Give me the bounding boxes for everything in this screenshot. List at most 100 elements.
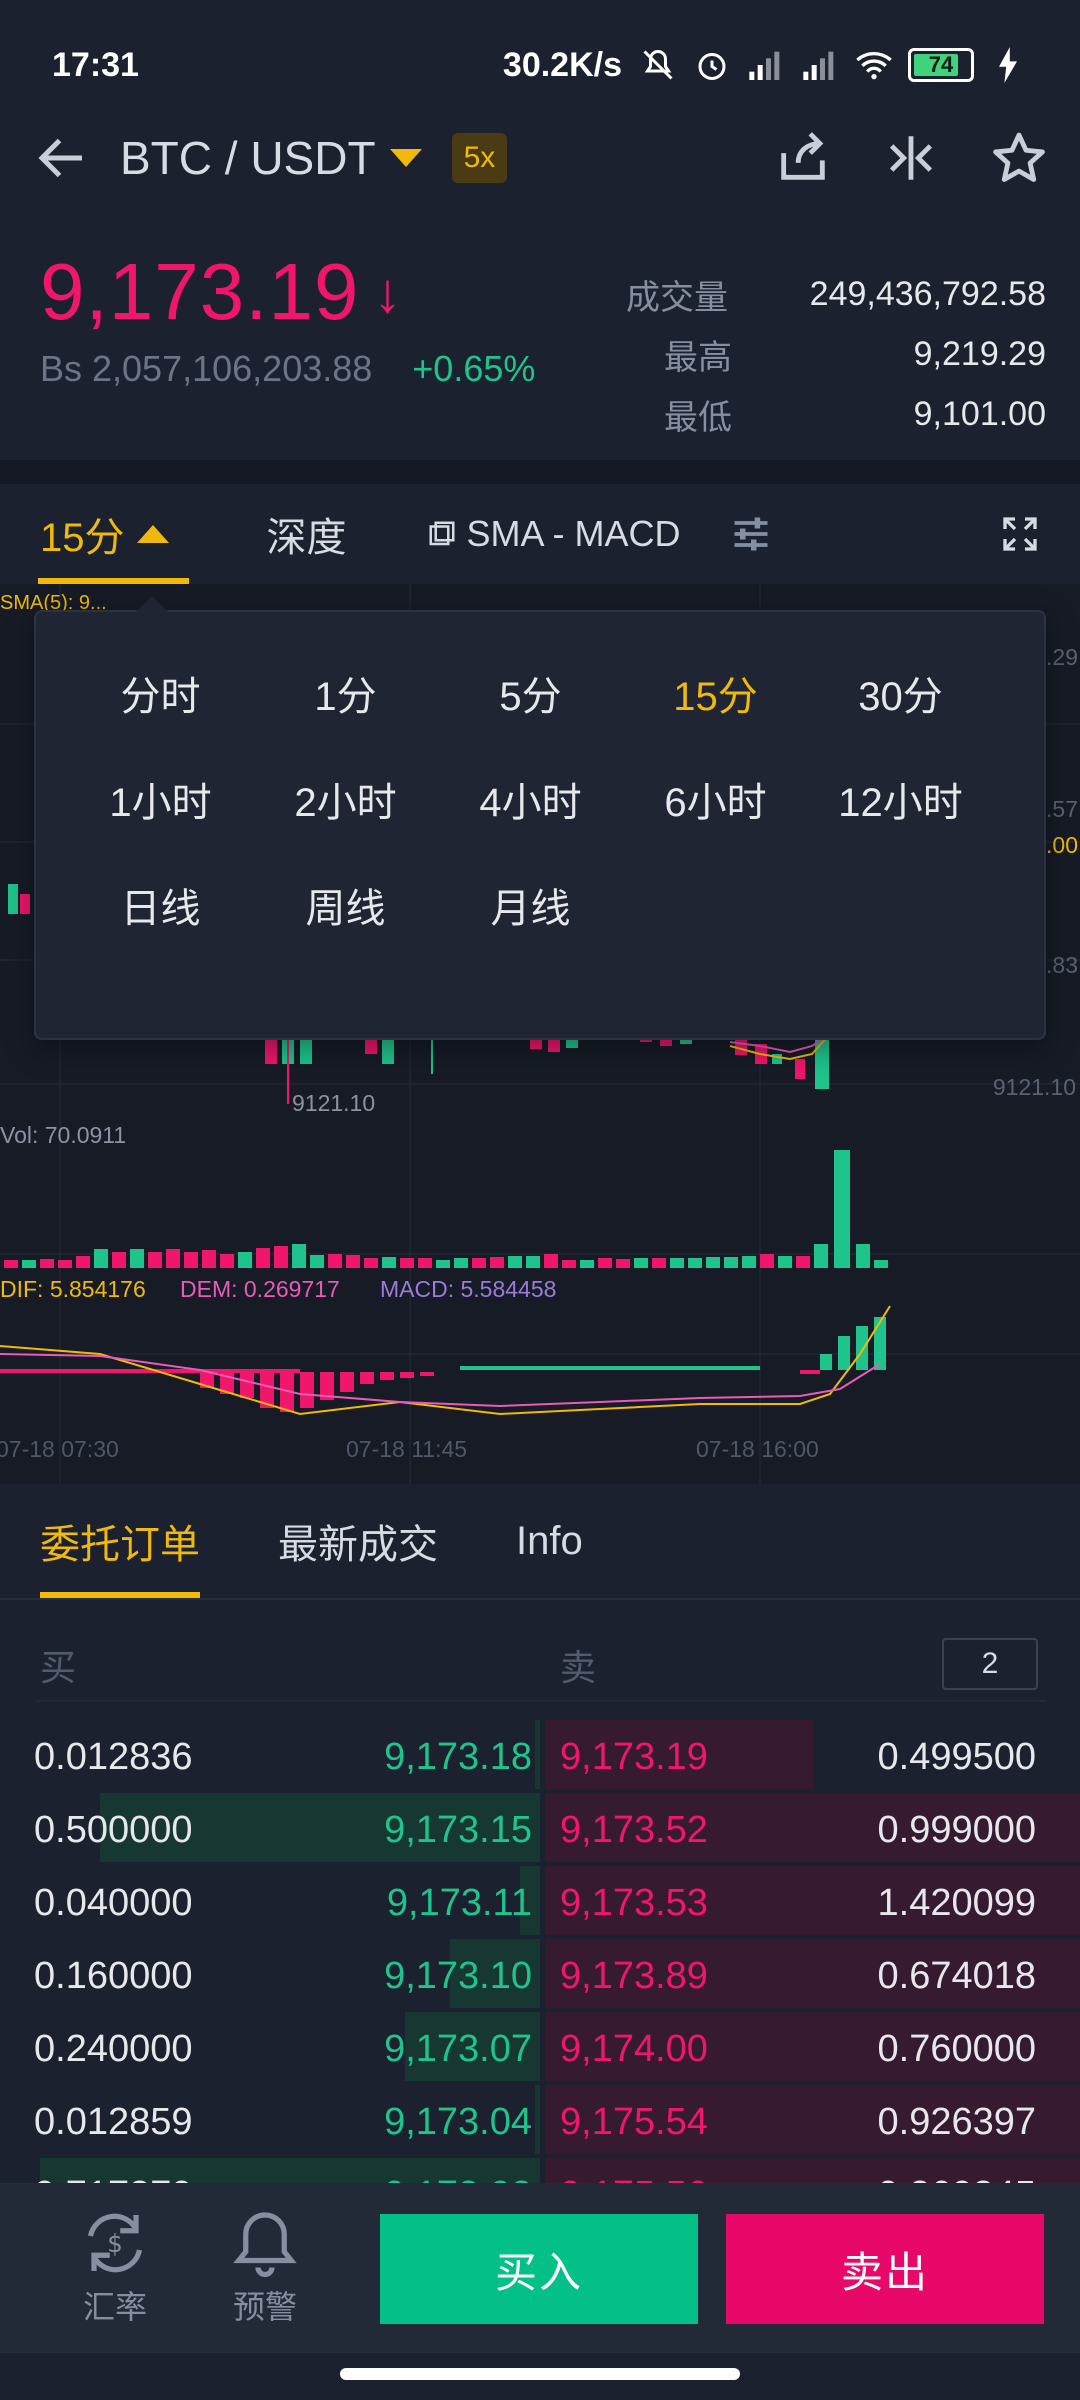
interval-popup: 分时 1分 5分 15分 30分 1小时 2小时 4小时 6小时 12小时日线 周线 月线	[34, 596, 1046, 1040]
chart-toolbar: 15分 深度 SMA - MACD	[0, 484, 1080, 584]
indicator-icon	[429, 521, 454, 546]
buy-button[interactable]: 买入	[380, 2214, 698, 2324]
ask-px: 9,175.56	[560, 2174, 708, 2183]
order-book-row[interactable]: 0.500000 9,173.15 9,173.52 0.999000	[0, 1791, 1080, 1864]
ask-qty: 0.260345	[878, 2174, 1037, 2183]
exchange-rate-button[interactable]: $ 汇率	[40, 2208, 190, 2328]
time-label-1: 07-18 07:30	[0, 1436, 119, 1462]
order-book-row[interactable]: 0.160000 9,173.10 9,173.89 0.674018	[0, 1937, 1080, 2010]
time-label-2: 07-18 11:45	[346, 1436, 468, 1462]
ask-px: 9,175.54	[560, 2101, 708, 2143]
order-book-row[interactable]: 0.040000 9,173.11 9,173.53 1.420099	[0, 1864, 1080, 1937]
alert-label: 预警	[232, 2289, 297, 2325]
order-book-row[interactable]: 0.240000 9,173.07 9,174.00 0.760000	[0, 2010, 1080, 2083]
order-tab-0[interactable]: 委托订单	[40, 1484, 200, 1598]
leverage-badge: 5x	[451, 133, 508, 183]
interval-selector[interactable]: 15分	[38, 484, 188, 584]
mute-icon	[638, 45, 678, 85]
right-tick-1: .29	[1046, 644, 1078, 670]
bid-px: 9,173.07	[384, 2028, 532, 2070]
caret-up-icon	[136, 525, 169, 543]
right-tick-2: .57	[1046, 796, 1078, 822]
right-tick-3: .00	[1046, 832, 1078, 858]
interval-option[interactable]: 15分	[623, 672, 808, 722]
bid-qty: 0.012859	[34, 2101, 193, 2143]
down-arrow-icon: ↓	[373, 260, 403, 324]
bid-px: 9,173.15	[384, 1809, 532, 1851]
bid-px: 9,173.11	[386, 1882, 532, 1924]
ask-qty: 0.926397	[877, 2101, 1037, 2143]
interval-grid: 分时 1分 5分 15分 30分 1小时 2小时 4小时 6小时 12小时日线 周线 月线	[36, 612, 1044, 934]
top-bar: BTC / USDT 5x	[0, 110, 1080, 206]
interval-option[interactable]: 1小时	[68, 778, 253, 828]
bid-qty: 0.240000	[34, 2028, 193, 2070]
volume-value: 249,436,792.58	[809, 274, 1046, 313]
low-label: 最低	[664, 398, 732, 437]
popup-caret	[136, 596, 168, 612]
back-arrow-icon[interactable]	[32, 128, 92, 188]
ask-px: 9,173.52	[560, 1809, 708, 1851]
change-percent: +0.65%	[412, 348, 536, 389]
interval-option[interactable]: 日线	[68, 884, 253, 934]
last-price-value: 9,173.19	[40, 247, 360, 336]
interval-option[interactable]: 周线	[253, 884, 438, 934]
order-book-row[interactable]: 0.012836 9,173.18 9,173.19 0.499500	[0, 1718, 1080, 1791]
fullscreen-icon[interactable]	[1000, 514, 1040, 554]
alert-button[interactable]: 预警	[190, 2208, 340, 2328]
home-indicator[interactable]	[340, 2368, 740, 2380]
interval-option[interactable]: 12小时	[808, 778, 993, 828]
dif-legend: DIF: 5.854176	[0, 1276, 146, 1302]
interval-option[interactable]: 4小时	[438, 778, 623, 828]
interval-option[interactable]: 分时	[68, 672, 253, 722]
indicator-selector[interactable]: SMA - MACD	[427, 513, 681, 555]
divider	[36, 1700, 1046, 1702]
indicator-label: SMA - MACD	[466, 513, 681, 554]
signal-icon-1	[746, 45, 786, 85]
settings-sliders-icon[interactable]	[729, 512, 773, 556]
share-icon[interactable]	[774, 129, 832, 187]
bid-qty: 0.040000	[34, 1882, 193, 1924]
right-axis-low: 9121.10	[992, 1074, 1076, 1100]
sell-button[interactable]: 卖出	[726, 2214, 1044, 2324]
compare-icon[interactable]	[882, 129, 940, 187]
network-speed: 30.2K/s	[502, 45, 622, 84]
low-marker: 9121.10	[292, 1090, 376, 1116]
bid-qty: 0.717879	[34, 2174, 193, 2183]
pair-dropdown-icon[interactable]	[389, 149, 422, 167]
order-tab-2[interactable]: Info	[516, 1484, 583, 1598]
bid-qty: 0.500000	[34, 1809, 193, 1851]
time-label-3: 07-18 16:00	[696, 1436, 819, 1462]
interval-option[interactable]: 6小时	[623, 778, 808, 828]
interval-option[interactable]: 1分	[253, 672, 438, 722]
order-book-row[interactable]: 0.012859 9,173.04 9,175.54 0.926397	[0, 2083, 1080, 2156]
pair-title[interactable]: BTC / USDT	[120, 131, 376, 185]
last-price: 9,173.19 ↓	[40, 246, 535, 338]
bid-px: 9,173.10	[384, 1955, 532, 1997]
volume-legend: Vol: 70.0911	[0, 1122, 127, 1148]
interval-label: 15分	[40, 516, 125, 560]
order-book-row[interactable]: 0.717879 9,173.02 9,175.56 0.260345	[0, 2156, 1080, 2183]
dem-line	[0, 1353, 881, 1408]
interval-option[interactable]: 30分	[808, 672, 993, 722]
volume-label: 成交量	[626, 278, 728, 317]
bid-depth-bar	[535, 2085, 540, 2154]
charging-icon	[988, 45, 1028, 85]
interval-option[interactable]: 5分	[438, 672, 623, 722]
high-label: 最高	[664, 338, 732, 377]
ask-qty: 0.999000	[877, 1809, 1037, 1851]
depth-tab[interactable]: 深度	[267, 505, 347, 563]
order-tab-1[interactable]: 最新成交	[278, 1484, 438, 1598]
alarm-icon	[692, 45, 732, 85]
signal-icon-2	[800, 45, 840, 85]
bid-px: 9,173.04	[384, 2101, 532, 2143]
macd-legend: MACD: 5.584458	[380, 1276, 557, 1302]
favorite-star-icon[interactable]	[990, 129, 1048, 187]
interval-option[interactable]: 2小时	[253, 778, 438, 828]
interval-option[interactable]: 月线	[438, 884, 623, 934]
wifi-icon	[854, 45, 894, 85]
bid-px: 9,173.18	[384, 1736, 532, 1778]
ask-px: 9,173.89	[560, 1955, 708, 1997]
bottom-bar: $ 汇率 预警 买入 卖出	[0, 2183, 1080, 2353]
depth-precision-select[interactable]: 2	[942, 1638, 1038, 1690]
ask-qty: 0.760000	[877, 2028, 1037, 2070]
